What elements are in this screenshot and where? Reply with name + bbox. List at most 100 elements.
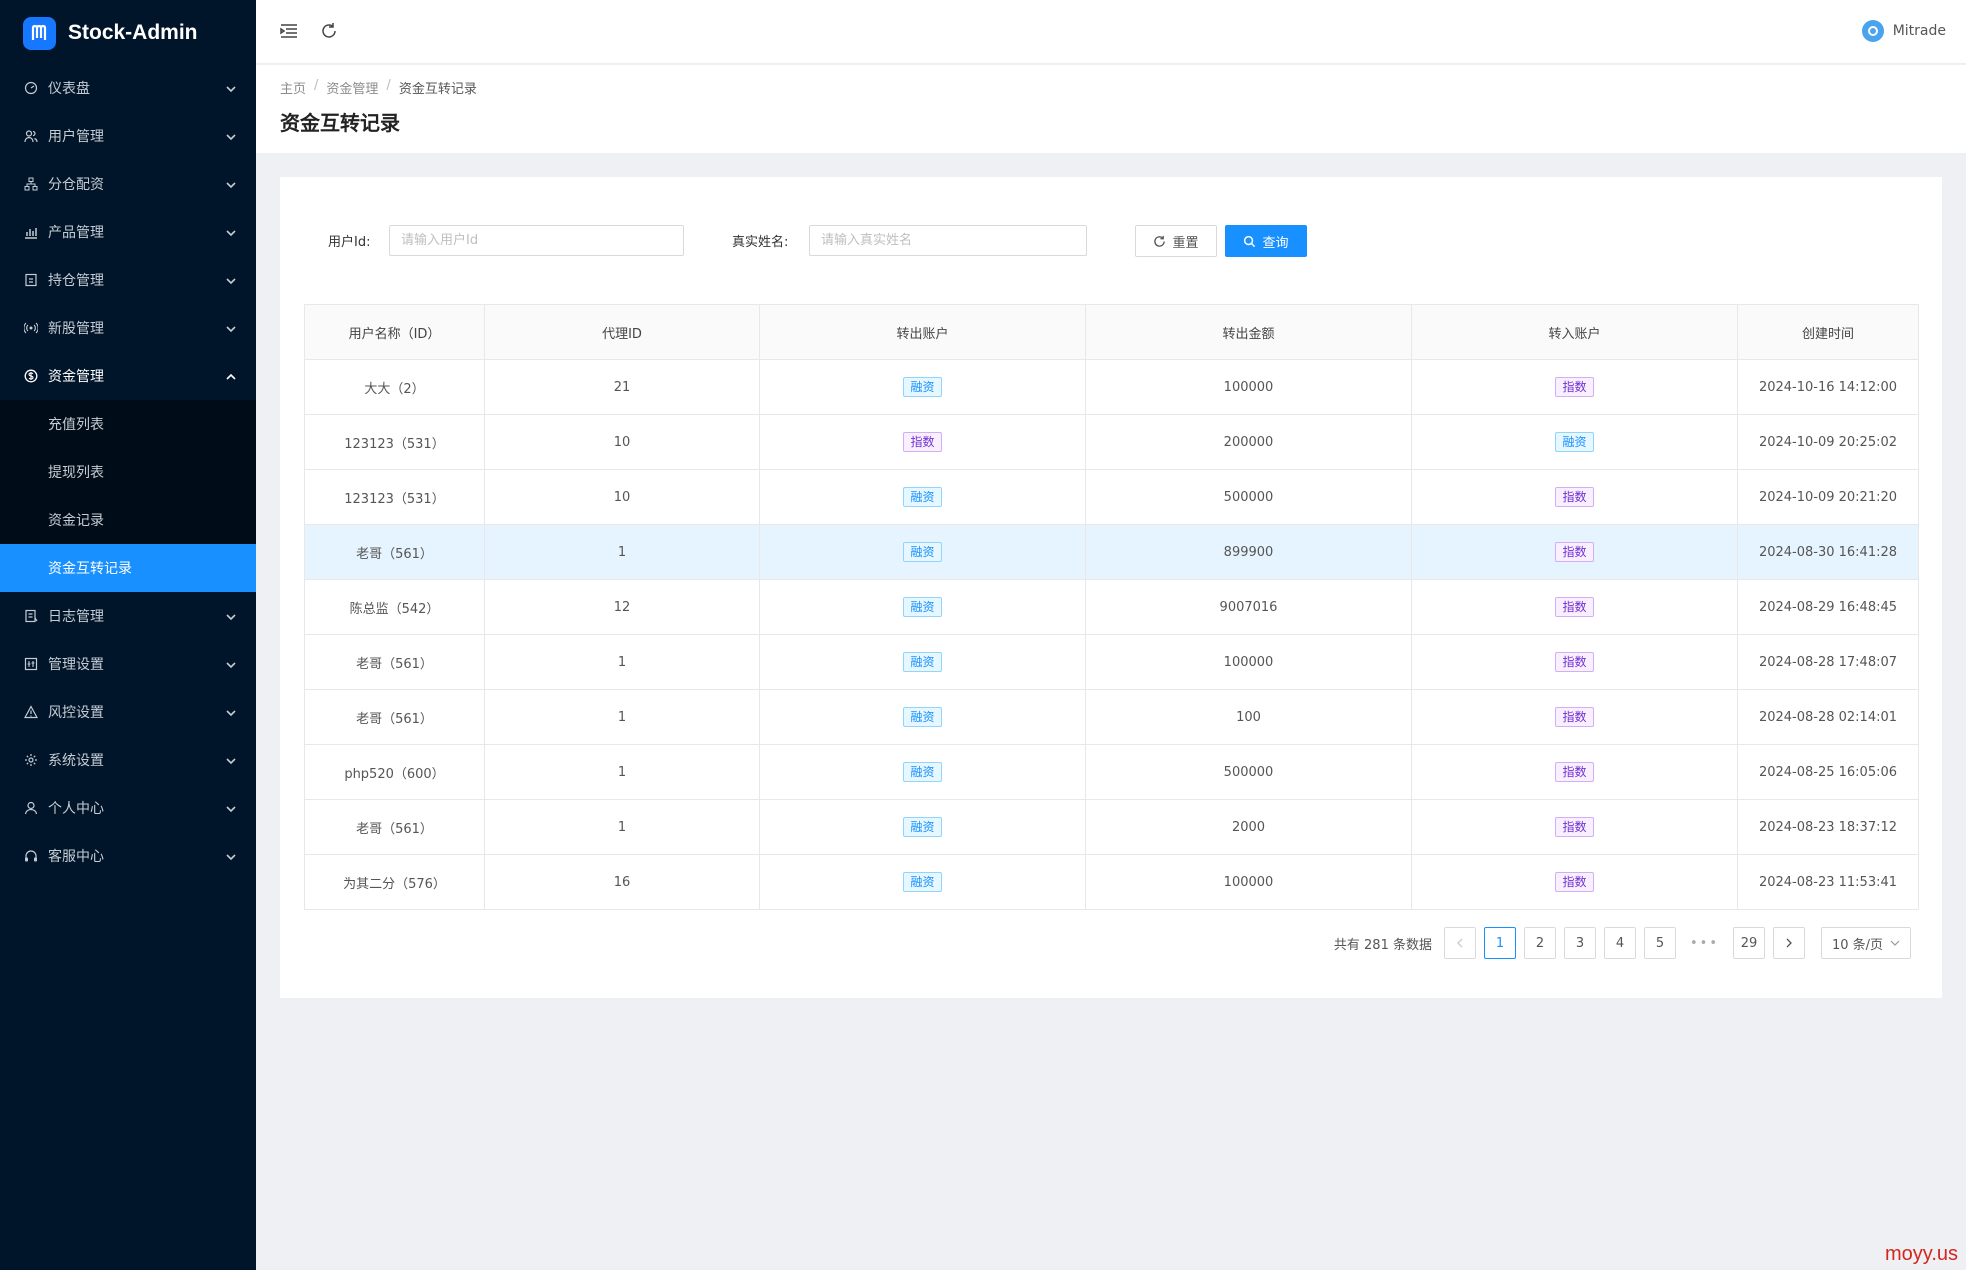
column-header: 转出金额 bbox=[1085, 304, 1412, 360]
chevron-right-icon bbox=[1786, 938, 1792, 948]
user-id-input[interactable] bbox=[389, 225, 684, 256]
sidebar-item-bar-chart[interactable]: 产品管理 bbox=[0, 208, 256, 256]
real-name-label: 真实姓名: bbox=[732, 235, 789, 250]
table-cell: 100000 bbox=[1085, 359, 1412, 415]
account-tag: 指数 bbox=[1555, 542, 1594, 562]
submenu-item[interactable]: 资金互转记录 bbox=[0, 544, 256, 592]
table-cell: 指数 bbox=[1411, 579, 1738, 635]
account-tag: 融资 bbox=[1555, 432, 1594, 452]
app-name: Stock-Admin bbox=[68, 21, 198, 44]
table-cell: 500000 bbox=[1085, 744, 1412, 800]
page-button[interactable]: 2 bbox=[1523, 927, 1556, 959]
sidebar-item-broadcast[interactable]: 新股管理 bbox=[0, 304, 256, 352]
table-cell: 1 bbox=[484, 634, 760, 690]
reset-button[interactable]: 重置 bbox=[1135, 225, 1217, 257]
query-button[interactable]: 查询 bbox=[1225, 225, 1307, 257]
table-cell: 融资 bbox=[759, 524, 1086, 580]
page-button[interactable]: 1 bbox=[1483, 927, 1516, 959]
table-cell: 100 bbox=[1085, 689, 1412, 745]
column-header: 代理ID bbox=[484, 304, 760, 360]
table-row[interactable]: 老哥（561） 1 融资 100000 指数 2024-08-28 17:48:07 bbox=[304, 634, 1919, 690]
account-tag: 指数 bbox=[1555, 872, 1594, 892]
sidebar-item-users[interactable]: 用户管理 bbox=[0, 112, 256, 160]
chevron-up-icon bbox=[226, 370, 236, 386]
dollar-icon bbox=[24, 369, 38, 383]
table-cell: 2024-08-28 02:14:01 bbox=[1737, 689, 1919, 745]
menu-fold-icon[interactable] bbox=[278, 20, 300, 42]
table-cell: 16 bbox=[484, 854, 760, 910]
column-header: 转入账户 bbox=[1411, 304, 1738, 360]
table-row[interactable]: 陈总监（542） 12 融资 9007016 指数 2024-08-29 16:48:45 bbox=[304, 579, 1919, 635]
table-cell: 200000 bbox=[1085, 414, 1412, 470]
table-row[interactable]: 老哥（561） 1 融资 2000 指数 2024-08-23 18:37:12 bbox=[304, 799, 1919, 855]
prev-page-button[interactable] bbox=[1443, 927, 1476, 959]
table-row[interactable]: 123123（531） 10 指数 200000 融资 2024-10-09 20:25:… bbox=[304, 414, 1919, 470]
pagination: 共有 281 条数据 1 2 3 4 5 ••• 29 10 条/页 bbox=[1334, 927, 1911, 959]
broadcast-icon bbox=[24, 321, 38, 335]
real-name-input[interactable] bbox=[809, 225, 1087, 256]
table-cell: 为其二分（576） bbox=[304, 854, 485, 910]
sidebar-item-person[interactable]: 个人中心 bbox=[0, 784, 256, 832]
submenu-item[interactable]: 提现列表 bbox=[0, 448, 256, 496]
chevron-left-icon bbox=[1457, 938, 1463, 948]
sidebar-item-headset[interactable]: 客服中心 bbox=[0, 832, 256, 880]
sidebar-item-log[interactable]: 日志管理 bbox=[0, 592, 256, 640]
person-icon bbox=[24, 801, 38, 815]
page-ellipsis[interactable]: ••• bbox=[1683, 927, 1725, 959]
refresh-icon[interactable] bbox=[318, 20, 340, 42]
bar-chart-icon bbox=[24, 225, 38, 239]
table-row[interactable]: 大大（2） 21 融资 100000 指数 2024-10-16 14:12:00 bbox=[304, 359, 1919, 415]
table-cell: 100000 bbox=[1085, 634, 1412, 690]
table-cell: 2024-10-09 20:21:20 bbox=[1737, 469, 1919, 525]
table-cell: 12 bbox=[484, 579, 760, 635]
sidebar-item-sitemap[interactable]: 分仓配资 bbox=[0, 160, 256, 208]
table-cell: 指数 bbox=[1411, 744, 1738, 800]
chevron-down-icon bbox=[226, 226, 236, 242]
page-button[interactable]: 5 bbox=[1643, 927, 1676, 959]
table-cell: 2024-08-23 18:37:12 bbox=[1737, 799, 1919, 855]
gear-icon bbox=[24, 753, 38, 767]
breadcrumb-home[interactable]: 主页 bbox=[280, 78, 306, 97]
table-cell: 融资 bbox=[759, 634, 1086, 690]
account-tag: 指数 bbox=[1555, 762, 1594, 782]
page-button[interactable]: 4 bbox=[1603, 927, 1636, 959]
settings-panel-icon bbox=[24, 657, 38, 671]
breadcrumb-separator: / bbox=[314, 78, 319, 93]
table-cell: 指数 bbox=[759, 414, 1086, 470]
table-cell: 融资 bbox=[759, 579, 1086, 635]
next-page-button[interactable] bbox=[1773, 927, 1805, 959]
table-row[interactable]: 老哥（561） 1 融资 100 指数 2024-08-28 02:14:01 bbox=[304, 689, 1919, 745]
chevron-down-icon bbox=[226, 802, 236, 818]
table-cell: 大大（2） bbox=[304, 359, 485, 415]
table-cell: 2000 bbox=[1085, 799, 1412, 855]
page-size-select[interactable]: 10 条/页 bbox=[1821, 927, 1911, 959]
holding-icon bbox=[24, 273, 38, 287]
sidebar-item-warning[interactable]: 风控设置 bbox=[0, 688, 256, 736]
page-button[interactable]: 3 bbox=[1563, 927, 1596, 959]
user-menu[interactable]: Mitrade bbox=[1861, 20, 1946, 42]
sidebar-item-settings-panel[interactable]: 管理设置 bbox=[0, 640, 256, 688]
account-tag: 融资 bbox=[903, 487, 942, 507]
submenu-item[interactable]: 充值列表 bbox=[0, 400, 256, 448]
table-cell: 2024-08-30 16:41:28 bbox=[1737, 524, 1919, 580]
sidebar-item-dollar[interactable]: 资金管理 bbox=[0, 352, 256, 400]
logo[interactable]: Stock-Admin bbox=[0, 0, 256, 66]
table-row[interactable]: 123123（531） 10 融资 500000 指数 2024-10-09 20:21:… bbox=[304, 469, 1919, 525]
page-button[interactable]: 29 bbox=[1733, 927, 1765, 959]
breadcrumb-funds[interactable]: 资金管理 bbox=[326, 78, 378, 97]
sidebar-item-holding[interactable]: 持仓管理 bbox=[0, 256, 256, 304]
table-row[interactable]: 为其二分（576） 16 融资 100000 指数 2024-08-23 11:53:41 bbox=[304, 854, 1919, 910]
account-tag: 融资 bbox=[903, 542, 942, 562]
account-tag: 指数 bbox=[1555, 817, 1594, 837]
sidebar-item-dashboard[interactable]: 仪表盘 bbox=[0, 64, 256, 112]
submenu-item[interactable]: 资金记录 bbox=[0, 496, 256, 544]
sidebar-item-label: 分仓配资 bbox=[48, 177, 104, 193]
table-row[interactable]: 老哥（561） 1 融资 899900 指数 2024-08-30 16:41:28 bbox=[304, 524, 1919, 580]
table-body: 大大（2） 21 融资 100000 指数 2024-10-16 14:12:00 1231… bbox=[304, 359, 1919, 910]
account-tag: 指数 bbox=[1555, 377, 1594, 397]
table-cell: 融资 bbox=[759, 744, 1086, 800]
user-id-label: 用户Id: bbox=[328, 235, 371, 250]
sidebar-item-gear[interactable]: 系统设置 bbox=[0, 736, 256, 784]
sidebar-item-label: 风控设置 bbox=[48, 705, 104, 721]
table-row[interactable]: php520（600） 1 融资 500000 指数 2024-08-25 16:05:0… bbox=[304, 744, 1919, 800]
